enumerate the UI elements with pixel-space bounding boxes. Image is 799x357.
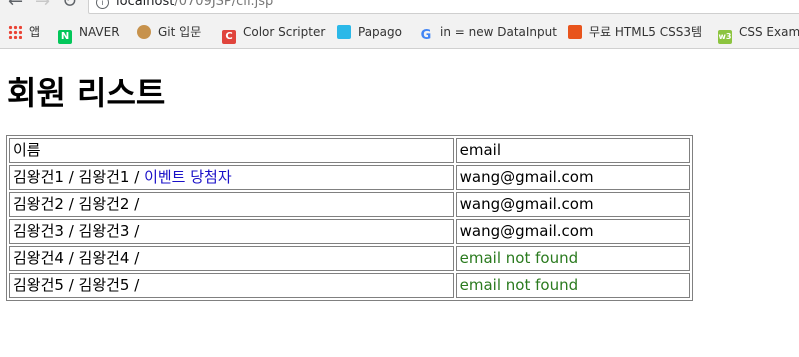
address-bar[interactable]: i localhost/0709JSP/cif.jsp [88,0,799,14]
member-name-cell: 김왕건4 / 김왕건4 / [9,246,454,271]
member-email-not-found: email not found [455,246,690,271]
google-icon: G [420,28,432,43]
member-name: 김왕건3 / 김왕건3 / [13,222,140,240]
url-path: /0709JSP/cif.jsp [174,0,274,9]
bookmark-label: 앱 [29,25,41,39]
url-host: localhost [116,0,175,9]
member-email: wang@gmail.com [455,219,690,244]
bookmark-label: Color Scripter [243,25,326,39]
member-name: 김왕건5 / 김왕건5 / [13,276,140,294]
bookmark-html5-template[interactable]: 무료 HTML5 CSS3템 [568,21,702,43]
bookmark-naver[interactable]: N NAVER [58,21,120,44]
page-title: 회원 리스트 [7,74,166,112]
bookmark-label: in = new DataInput [440,25,557,39]
git-icon [137,25,151,39]
bookmark-label: 무료 HTML5 CSS3템 [589,25,703,39]
back-arrow-icon[interactable]: ← [8,0,23,11]
bookmark-papago[interactable]: Papago [337,21,402,43]
bookmark-apps[interactable]: 앱 [8,21,40,43]
member-name-cell: 김왕건1 / 김왕건1 / 이벤트 당첨자 [9,165,454,190]
bookmark-label: Papago [358,25,402,39]
bookmark-label: CSS Exam [739,25,799,39]
color-scripter-icon: C [222,30,236,44]
table-header-row: 이름 email [9,138,690,163]
bookmark-css-exam[interactable]: w3 CSS Exam [718,21,799,44]
bookmark-label: NAVER [79,25,120,39]
table-row: 김왕건5 / 김왕건5 / email not found [9,273,690,298]
html5-template-icon [568,25,582,39]
bookmarks-bar: 앱 N NAVER Git 입문 C Color Scripter Papago G… [0,21,799,44]
bookmark-label: Git 입문 [158,25,202,39]
member-name-cell: 김왕건2 / 김왕건2 / [9,192,454,217]
naver-icon: N [58,30,72,44]
member-name: 김왕건1 / 김왕건1 / [13,168,145,186]
header-name: 이름 [9,138,454,163]
member-email: wang@gmail.com [455,192,690,217]
address-url[interactable]: localhost/0709JSP/cif.jsp [116,0,273,9]
member-email: wang@gmail.com [455,165,690,190]
table-row: 김왕건3 / 김왕건3 / wang@gmail.com [9,219,690,244]
bookmark-git[interactable]: Git 입문 [137,21,201,43]
member-table: 이름 email 김왕건1 / 김왕건1 / 이벤트 당첨자 wang@gmai… [6,135,693,301]
member-name-cell: 김왕건3 / 김왕건3 / [9,219,454,244]
apps-grid-icon [8,25,22,39]
table-row: 김왕건2 / 김왕건2 / wang@gmail.com [9,192,690,217]
w3schools-icon: w3 [718,30,732,44]
browser-toolbar: ← → ↻ i localhost/0709JSP/cif.jsp [0,0,799,14]
info-icon[interactable]: i [96,0,109,9]
bookmark-datainput[interactable]: Gin = new DataInput [419,21,557,43]
header-email: email [455,138,690,163]
member-name: 김왕건4 / 김왕건4 / [13,249,140,267]
browser-chrome: ← → ↻ i localhost/0709JSP/cif.jsp 앱 N NAV… [0,0,799,49]
event-winner-label: 이벤트 당첨자 [144,168,232,186]
table-row: 김왕건1 / 김왕건1 / 이벤트 당첨자 wang@gmail.com [9,165,690,190]
papago-icon [337,25,351,39]
member-name-cell: 김왕건5 / 김왕건5 / [9,273,454,298]
bookmark-color-scripter[interactable]: C Color Scripter [222,21,326,44]
member-email-not-found: email not found [455,273,690,298]
table-row: 김왕건4 / 김왕건4 / email not found [9,246,690,271]
reload-icon[interactable]: ↻ [62,0,77,11]
forward-arrow-icon[interactable]: → [35,0,50,11]
member-name: 김왕건2 / 김왕건2 / [13,195,140,213]
